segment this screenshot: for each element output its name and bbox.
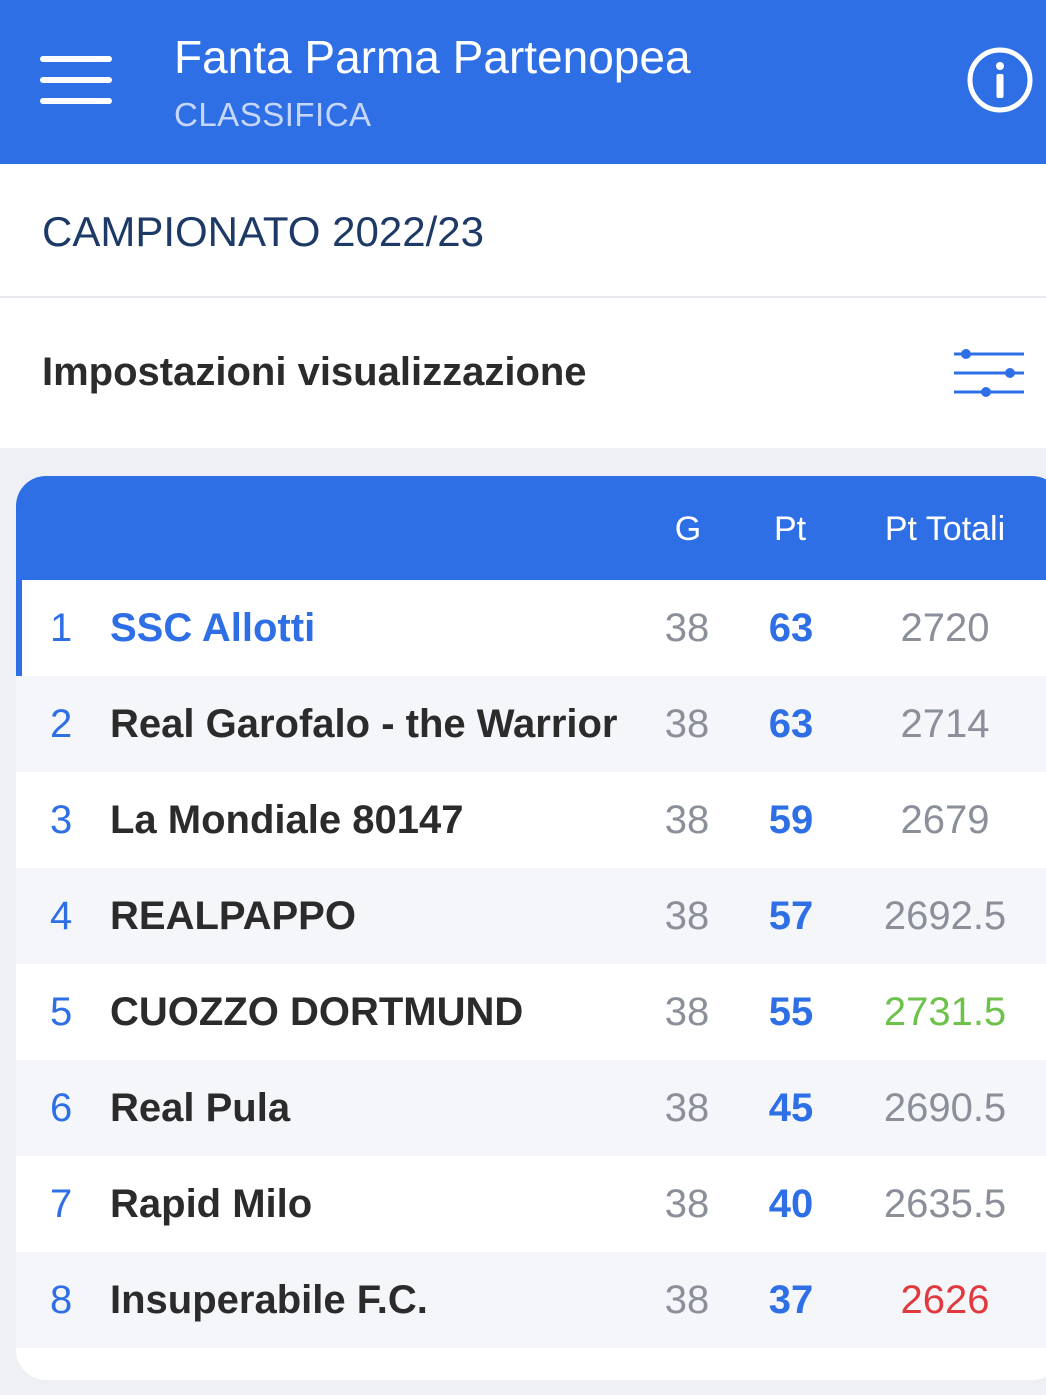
- display-settings-row[interactable]: Impostazioni visualizzazione: [0, 298, 1046, 448]
- team-name: REALPAPPO: [110, 894, 356, 938]
- games-played: 38: [664, 798, 710, 842]
- rank: 7: [50, 1182, 73, 1226]
- games-played: 38: [664, 894, 710, 938]
- games-played: 38: [664, 1086, 710, 1130]
- points: 37: [768, 1278, 814, 1322]
- games-played: 38: [664, 702, 710, 746]
- season-selector[interactable]: CAMPIONATO 2022/23: [0, 164, 1046, 298]
- team-name: Real Pula: [110, 1086, 291, 1130]
- total-points: 2679: [900, 798, 990, 842]
- total-points: 2626: [900, 1278, 990, 1322]
- total-points: 2690.5: [883, 1086, 1007, 1130]
- points: 57: [768, 894, 814, 938]
- points: 59: [768, 798, 814, 842]
- points: 63: [768, 702, 814, 746]
- total-points: 2714: [900, 702, 990, 746]
- hamburger-menu-icon[interactable]: [40, 52, 114, 108]
- table-header: G Pt Pt Totali: [16, 476, 1046, 580]
- table-row[interactable]: 8 Insuperabile F.C. 38 37 2626: [16, 1252, 1046, 1348]
- sliders-icon[interactable]: [950, 346, 1028, 400]
- table-row[interactable]: 5 CUOZZO DORTMUND 38 55 2731.5: [16, 964, 1046, 1060]
- display-settings-label: Impostazioni visualizzazione: [42, 350, 587, 394]
- points: 55: [768, 990, 814, 1034]
- column-header-total-points[interactable]: Pt Totali: [870, 510, 1020, 549]
- team-name: SSC Allotti: [110, 606, 316, 650]
- table-row[interactable]: 3 La Mondiale 80147 38 59 2679: [16, 772, 1046, 868]
- points: 40: [768, 1182, 814, 1226]
- games-played: 38: [664, 990, 710, 1034]
- games-played: 38: [664, 1182, 710, 1226]
- total-points: 2692.5: [883, 894, 1007, 938]
- team-name: Rapid Milo: [110, 1182, 313, 1226]
- rank: 5: [50, 990, 73, 1034]
- team-name: La Mondiale 80147: [110, 798, 464, 842]
- table-row[interactable]: 7 Rapid Milo 38 40 2635.5: [16, 1156, 1046, 1252]
- standings-table: G Pt Pt Totali 1 SSC Allotti 38 63 2720 …: [16, 476, 1046, 1380]
- team-name: CUOZZO DORTMUND: [110, 990, 524, 1034]
- rank: 2: [50, 702, 73, 746]
- page-subtitle: CLASSIFICA: [174, 96, 372, 133]
- column-header-points[interactable]: Pt: [758, 510, 822, 549]
- rank: 4: [50, 894, 73, 938]
- total-points: 2720: [900, 606, 990, 650]
- column-header-games[interactable]: G: [662, 510, 714, 549]
- rank: 1: [50, 606, 73, 650]
- app-header: Fanta Parma Partenopea CLASSIFICA: [0, 0, 1046, 164]
- team-name: Insuperabile F.C.: [110, 1278, 428, 1322]
- rank: 3: [50, 798, 73, 842]
- table-row[interactable]: 4 REALPAPPO 38 57 2692.5: [16, 868, 1046, 964]
- total-points: 2731.5: [883, 990, 1007, 1034]
- rank: 8: [50, 1278, 73, 1322]
- season-label: CAMPIONATO 2022/23: [42, 208, 484, 255]
- table-row[interactable]: 6 Real Pula 38 45 2690.5: [16, 1060, 1046, 1156]
- games-played: 38: [664, 1278, 710, 1322]
- games-played: 38: [664, 606, 710, 650]
- points: 45: [768, 1086, 814, 1130]
- points: 63: [768, 606, 814, 650]
- total-points: 2635.5: [883, 1182, 1007, 1226]
- table-row[interactable]: 1 SSC Allotti 38 63 2720: [16, 580, 1046, 676]
- info-icon[interactable]: [966, 46, 1034, 114]
- rank: 6: [50, 1086, 73, 1130]
- team-name: Real Garofalo - the Warrior: [110, 702, 618, 746]
- table-row[interactable]: 2 Real Garofalo - the Warrior 38 63 2714: [16, 676, 1046, 772]
- app-title: Fanta Parma Partenopea: [174, 31, 691, 83]
